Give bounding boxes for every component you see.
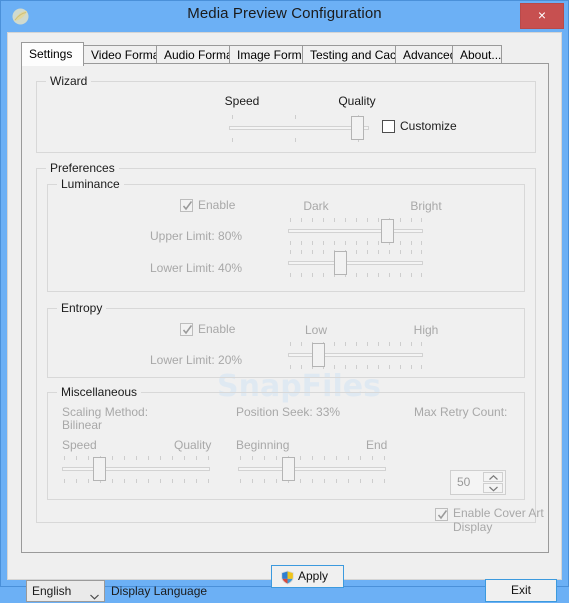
wizard-slider-thumb[interactable] [351, 116, 364, 140]
wizard-slider[interactable] [229, 114, 369, 144]
apply-button-label: Apply [298, 569, 329, 583]
entropy-ticks-top [288, 342, 423, 346]
dialog-window: Media Preview Configuration × Settings V… [0, 0, 569, 602]
wizard-ticks-top [229, 115, 369, 119]
scaling-quality-label: Quality [174, 438, 212, 452]
tab-about[interactable]: About... [452, 45, 502, 64]
position-seek-label: Position Seek: 33% [236, 405, 341, 419]
tab-image-formats[interactable]: Image Formats [229, 45, 318, 64]
check-icon [183, 325, 192, 335]
position-track [238, 467, 386, 471]
stepper-buttons [483, 472, 503, 493]
luminance-lower-track [288, 261, 423, 265]
entropy-enable-label: Enable [198, 322, 236, 336]
luminance-upper-limit-label: Upper Limit: 80% [150, 229, 243, 243]
client-area: Settings Video Formats Audio Formats Ima… [7, 32, 562, 602]
entropy-ticks-bottom [288, 365, 423, 369]
scaling-ticks-bottom [62, 479, 210, 483]
entropy-group-label: Entropy [57, 301, 107, 315]
chevron-up-icon [489, 475, 498, 480]
luminance-group: Luminance Enable Dark Bright Upper Limit… [47, 177, 525, 292]
position-seek-slider[interactable] [238, 455, 386, 485]
luminance-upper-ticks-bottom [288, 241, 423, 245]
tab-testing-and-cache[interactable]: Testing and Cache [302, 45, 409, 64]
scaling-speed-label: Speed [62, 438, 97, 452]
scaling-method-slider[interactable] [62, 455, 210, 485]
wizard-ticks-bottom [229, 138, 369, 142]
entropy-thumb[interactable] [312, 343, 325, 367]
language-select-value: English [32, 584, 72, 598]
miscellaneous-group-label: Miscellaneous [57, 385, 142, 399]
luminance-lower-slider[interactable] [288, 249, 423, 279]
cover-art-checkbox-label: Enable Cover Art Display [453, 506, 544, 534]
tab-video-formats[interactable]: Video Formats [83, 45, 169, 64]
language-select[interactable]: English [26, 580, 105, 602]
check-icon [183, 201, 192, 211]
max-retry-count-stepper[interactable]: 50 [450, 470, 506, 495]
entropy-enable-checkbox-box [180, 323, 193, 336]
wizard-group-label: Wizard [46, 74, 92, 88]
wizard-speed-label: Speed [224, 94, 260, 108]
scaling-track [62, 467, 210, 471]
tab-page-settings: SnapFiles Wizard Speed Quality Customize… [21, 63, 549, 588]
check-icon [438, 510, 447, 520]
position-beginning-label: Beginning [236, 438, 290, 452]
scaling-ticks-top [62, 456, 210, 460]
luminance-lower-ticks-top [288, 250, 423, 254]
window-title: Media Preview Configuration [187, 5, 382, 22]
scaling-method-value: Bilinear [62, 418, 103, 432]
scaling-thumb[interactable] [93, 457, 106, 481]
position-ticks-bottom [238, 479, 386, 483]
max-retry-count-label: Max Retry Count: [414, 405, 508, 419]
uac-shield-icon [280, 570, 295, 585]
luminance-enable-checkbox-box [180, 199, 193, 212]
wizard-group: Wizard Speed Quality Customize [36, 74, 536, 153]
position-thumb[interactable] [282, 457, 295, 481]
luminance-upper-thumb[interactable] [381, 219, 394, 243]
title-bar: Media Preview Configuration × [1, 1, 568, 32]
max-retry-count-value: 50 [457, 475, 471, 489]
entropy-group: Entropy Enable Low High Lower Limit: 20% [47, 301, 525, 378]
customize-checkbox-box [382, 120, 395, 133]
stepper-up-button[interactable] [483, 472, 503, 482]
display-language-label: Display Language [111, 584, 208, 598]
apply-button[interactable]: Apply [271, 565, 344, 588]
scaling-method-label: Scaling Method: [62, 405, 149, 419]
customize-checkbox-label: Customize [400, 119, 457, 133]
wizard-quality-label: Quality [338, 94, 376, 108]
entropy-lower-slider[interactable] [288, 341, 423, 371]
entropy-high-label: High [413, 323, 439, 337]
preferences-group-label: Preferences [46, 161, 119, 175]
chevron-down-icon [90, 589, 99, 603]
chevron-down-icon [489, 486, 498, 492]
tab-settings[interactable]: Settings [21, 42, 84, 66]
luminance-lower-ticks-bottom [288, 273, 423, 277]
entropy-track [288, 353, 423, 357]
tab-audio-formats[interactable]: Audio Formats [156, 45, 242, 64]
exit-button[interactable]: Exit [485, 579, 557, 602]
tab-advanced[interactable]: Advanced [395, 45, 456, 64]
position-end-label: End [366, 438, 388, 452]
cover-art-checkbox-box [435, 508, 448, 521]
luminance-upper-ticks-top [288, 218, 423, 222]
luminance-lower-limit-label: Lower Limit: 40% [150, 261, 243, 275]
stepper-down-button[interactable] [483, 483, 503, 493]
entropy-low-label: Low [304, 323, 327, 337]
close-button[interactable]: × [520, 3, 564, 29]
entropy-lower-limit-label: Lower Limit: 20% [150, 353, 243, 367]
luminance-dark-label: Dark [303, 199, 329, 213]
luminance-enable-label: Enable [198, 198, 236, 212]
luminance-upper-track [288, 229, 423, 233]
luminance-bright-label: Bright [410, 199, 442, 213]
luminance-lower-thumb[interactable] [334, 251, 347, 275]
position-ticks-top [238, 456, 386, 460]
luminance-group-label: Luminance [57, 177, 124, 191]
wizard-track [229, 126, 369, 130]
luminance-upper-slider[interactable] [288, 217, 423, 247]
